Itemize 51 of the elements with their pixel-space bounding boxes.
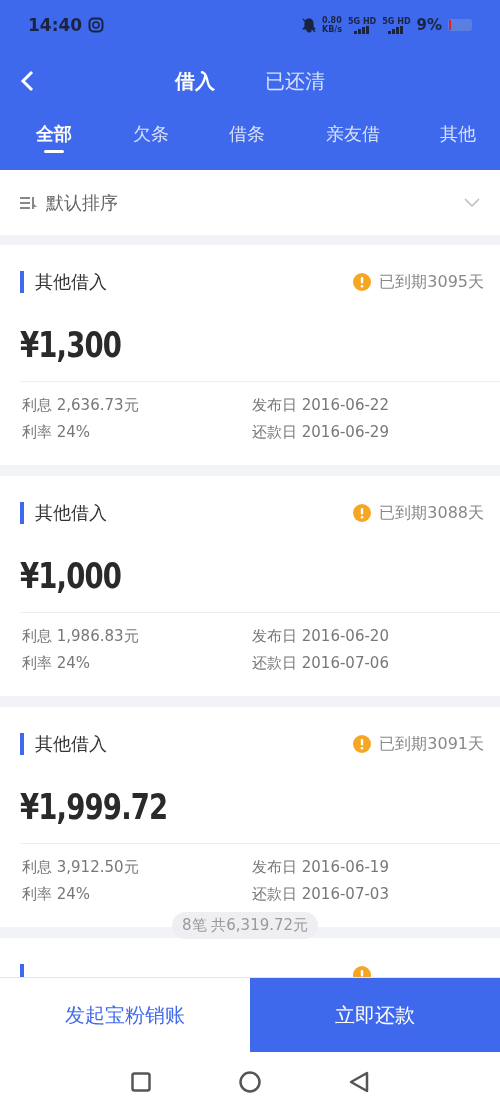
interest-rate: 利率 24% xyxy=(22,885,92,904)
loan-amount: ¥1,000 xyxy=(20,554,122,596)
publish-date: 发布日 2016-06-22 xyxy=(252,396,390,415)
category-tab[interactable]: 欠条 xyxy=(132,112,169,162)
interest-rate: 利率 24% xyxy=(22,654,92,673)
category-tab[interactable]: 借条 xyxy=(229,112,265,162)
category-tab[interactable]: 亲友借 xyxy=(325,112,380,162)
interest-text: 利息 1,986.83元 xyxy=(22,627,140,646)
header-tab[interactable]: 借入 xyxy=(175,67,215,95)
overdue-days: 已到期3088天 xyxy=(379,502,484,524)
overdue-days: 已到期3091天 xyxy=(379,733,484,755)
app-notification-icon xyxy=(88,17,105,33)
category-tab[interactable]: 全部 xyxy=(36,112,72,162)
due-date: 还款日 2016-07-03 xyxy=(252,885,390,904)
muted-bell-icon xyxy=(302,17,316,33)
publish-date: 发布日 2016-06-20 xyxy=(252,627,390,646)
accent-bar xyxy=(20,733,24,755)
accent-bar xyxy=(20,271,24,293)
net-speed: 0.80 xyxy=(322,16,342,25)
loan-card[interactable]: 其他借入 已到期3095天 ¥1,300 利息 2,636.73元 发布日 2016-06-22 利率 24% 还款日 2016-06-29 xyxy=(0,245,500,465)
loan-type: 其他借入 xyxy=(35,270,108,294)
status-time: 14:40 xyxy=(28,15,83,35)
loan-amount: ¥1,999.72 xyxy=(20,785,168,827)
category-tab[interactable]: 其他 xyxy=(440,112,476,162)
publish-date: 发布日 2016-06-19 xyxy=(252,858,390,877)
accent-bar xyxy=(20,502,24,524)
loan-type: 其他借入 xyxy=(35,732,108,756)
header-tab[interactable]: 已还清 xyxy=(265,67,325,95)
due-date: 还款日 2016-07-06 xyxy=(252,654,390,673)
network-label: 5G HD xyxy=(382,16,411,26)
interest-rate: 利率 24% xyxy=(22,423,92,442)
battery-icon xyxy=(448,19,472,31)
loan-card[interactable]: 其他借入 已到期3088天 ¥1,000 利息 1,986.83元 发布日 2016-06-20 利率 24% 还款日 2016-07-06 xyxy=(0,476,500,696)
network-label: 5G HD xyxy=(348,16,377,26)
square-nav-icon[interactable] xyxy=(131,1071,151,1092)
sort-icon[interactable] xyxy=(20,195,38,210)
back-icon[interactable] xyxy=(20,70,34,92)
home-nav-icon[interactable] xyxy=(239,1070,261,1093)
loan-type: 其他借入 xyxy=(35,501,108,525)
battery-percent: 9% xyxy=(416,16,442,34)
summary-toast: 8笔 共6,319.72元 xyxy=(172,912,319,939)
repay-button[interactable]: 立即还款 xyxy=(250,978,500,1052)
interest-text: 利息 2,636.73元 xyxy=(22,396,140,415)
signal-icon xyxy=(387,25,406,34)
net-unit: KB/s xyxy=(322,25,342,34)
signal-icon xyxy=(353,25,372,34)
due-date: 还款日 2016-06-29 xyxy=(252,423,390,442)
back-nav-icon[interactable] xyxy=(349,1070,369,1093)
loan-amount: ¥1,300 xyxy=(20,323,122,365)
overdue-days: 已到期3095天 xyxy=(379,271,484,293)
interest-text: 利息 3,912.50元 xyxy=(22,858,140,877)
